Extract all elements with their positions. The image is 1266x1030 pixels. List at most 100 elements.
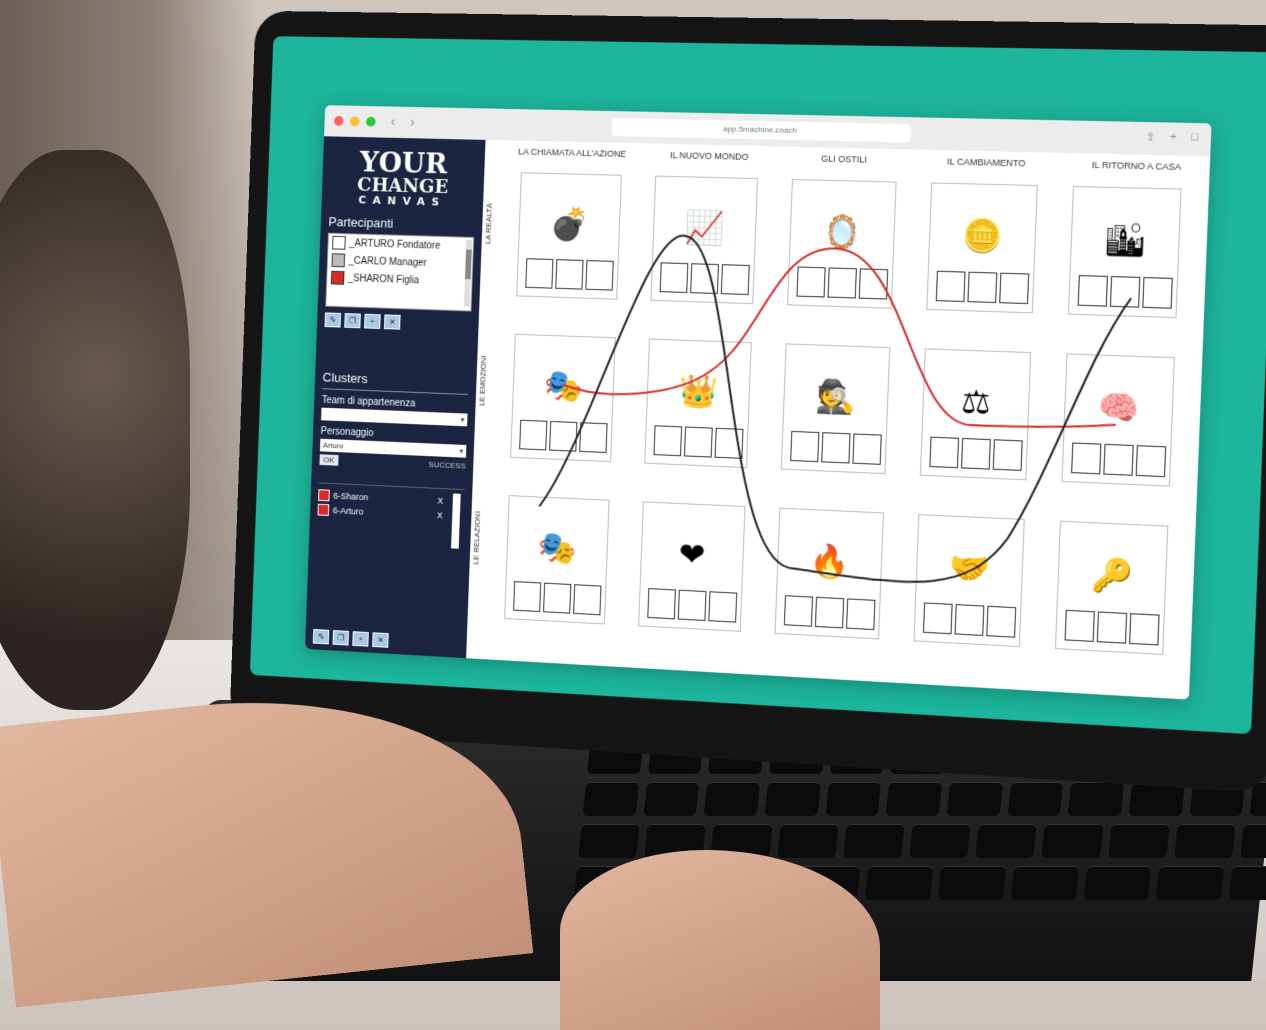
cluster-scrollbar[interactable] <box>451 493 461 549</box>
color-swatch <box>332 235 346 250</box>
score-box[interactable] <box>821 432 851 464</box>
score-box[interactable] <box>814 596 845 629</box>
row-header: LE EMOZIONI <box>477 355 489 407</box>
edit-icon[interactable]: ✎ <box>312 628 330 645</box>
score-box[interactable] <box>846 598 876 631</box>
score-box[interactable] <box>690 263 719 295</box>
laptop-lid: ‹ › app.5machine.coach ⇧ + □ YOUR CHANGE… <box>229 10 1266 794</box>
score-boxes <box>659 262 750 296</box>
score-box[interactable] <box>960 437 991 470</box>
score-box[interactable] <box>954 604 985 636</box>
column-header: LA CHIAMATA ALL'AZIONE <box>518 146 627 159</box>
score-box[interactable] <box>677 589 707 621</box>
journey-card[interactable]: ❤ <box>638 501 746 632</box>
score-box[interactable] <box>543 582 572 614</box>
mirror-icon: 🪞 <box>821 212 863 251</box>
score-box[interactable] <box>999 272 1030 305</box>
city-icon: 🏙 <box>1103 220 1148 259</box>
score-box[interactable] <box>1109 276 1141 308</box>
score-box[interactable] <box>1064 609 1095 642</box>
laptop-screen: ‹ › app.5machine.coach ⇧ + □ YOUR CHANGE… <box>249 36 1266 735</box>
score-box[interactable] <box>573 584 602 616</box>
score-box[interactable] <box>852 433 882 465</box>
score-box[interactable] <box>525 258 554 289</box>
score-box[interactable] <box>647 588 676 620</box>
copy-icon[interactable]: ❐ <box>332 630 350 646</box>
journey-card[interactable]: 🪞 <box>787 178 897 309</box>
journey-canvas[interactable]: LA CHIAMATA ALL'AZIONE IL NUOVO MONDO GL… <box>466 139 1211 700</box>
score-box[interactable] <box>796 266 826 298</box>
remove-cluster-button[interactable]: X <box>437 510 443 520</box>
score-box[interactable] <box>585 260 614 291</box>
score-box[interactable] <box>1135 445 1167 478</box>
score-box[interactable] <box>1077 275 1108 307</box>
journey-card[interactable]: 🔑 <box>1054 520 1169 655</box>
nav-arrows[interactable]: ‹ › <box>390 113 420 129</box>
score-box[interactable] <box>858 268 889 300</box>
tabs-overview-icon[interactable]: □ <box>1191 131 1198 145</box>
color-swatch <box>330 270 345 285</box>
score-box[interactable] <box>683 426 713 458</box>
score-box[interactable] <box>549 420 578 452</box>
journey-card[interactable]: 🔥 <box>774 507 884 640</box>
score-box[interactable] <box>714 427 744 459</box>
journey-card[interactable]: 💣 <box>516 172 622 300</box>
theatre-mask-icon: 🎭 <box>537 529 578 567</box>
maximize-window-button[interactable] <box>365 116 376 127</box>
delete-icon[interactable]: ✕ <box>372 632 389 648</box>
score-box[interactable] <box>579 422 608 454</box>
score-boxes <box>783 595 876 631</box>
score-box[interactable] <box>555 259 584 290</box>
journey-card[interactable]: 🕵 <box>780 343 891 475</box>
score-box[interactable] <box>935 270 966 303</box>
score-box[interactable] <box>1142 277 1173 309</box>
journey-card[interactable]: 🎭 <box>510 333 616 463</box>
score-boxes <box>922 602 1017 638</box>
minimize-window-button[interactable] <box>349 116 360 127</box>
journey-card[interactable]: 🪙 <box>926 182 1038 314</box>
score-box[interactable] <box>519 419 548 451</box>
score-box[interactable] <box>986 605 1017 638</box>
journey-card[interactable]: 👑 <box>644 338 752 469</box>
new-tab-icon[interactable]: + <box>1170 131 1177 145</box>
journey-card[interactable]: 🎭 <box>504 495 610 625</box>
remove-cluster-button[interactable]: X <box>437 496 443 506</box>
participant-item[interactable]: _SHARON Figlia <box>327 269 472 291</box>
score-box[interactable] <box>790 430 820 463</box>
score-box[interactable] <box>929 436 960 469</box>
score-box[interactable] <box>1071 442 1102 475</box>
score-box[interactable] <box>1129 613 1160 646</box>
edit-icon[interactable]: ✎ <box>324 312 342 328</box>
delete-icon[interactable]: ✕ <box>383 314 401 330</box>
score-box[interactable] <box>659 262 689 294</box>
journey-card[interactable]: 🤝 <box>913 514 1025 648</box>
score-box[interactable] <box>708 591 738 623</box>
score-box[interactable] <box>783 595 814 627</box>
score-boxes <box>513 581 602 616</box>
score-box[interactable] <box>992 439 1023 471</box>
close-window-button[interactable] <box>333 116 344 126</box>
add-icon[interactable]: + <box>352 631 369 647</box>
handshake-icon: 🤝 <box>948 548 991 588</box>
ok-button[interactable]: OK <box>319 454 339 466</box>
journey-card[interactable]: 🧠 <box>1061 353 1175 487</box>
score-box[interactable] <box>1096 611 1128 644</box>
coins-icon: 🪙 <box>961 216 1004 255</box>
score-box[interactable] <box>513 581 542 613</box>
journey-card[interactable]: ⚖ <box>919 348 1032 481</box>
share-icon[interactable]: ⇧ <box>1145 130 1155 144</box>
copy-icon[interactable]: ❐ <box>344 313 361 329</box>
score-boxes <box>1071 442 1167 478</box>
score-boxes <box>653 425 744 459</box>
birdcage-heart-icon: ❤ <box>678 535 706 574</box>
score-box[interactable] <box>1103 443 1134 476</box>
score-box[interactable] <box>720 264 750 296</box>
score-box[interactable] <box>653 425 683 457</box>
add-icon[interactable]: + <box>364 313 381 329</box>
score-box[interactable] <box>967 271 998 304</box>
url-bar[interactable]: app.5machine.coach <box>611 117 912 143</box>
score-box[interactable] <box>922 602 953 635</box>
journey-card[interactable]: 📈 <box>650 175 759 305</box>
score-box[interactable] <box>827 267 857 299</box>
journey-card[interactable]: 🏙 <box>1067 185 1182 319</box>
